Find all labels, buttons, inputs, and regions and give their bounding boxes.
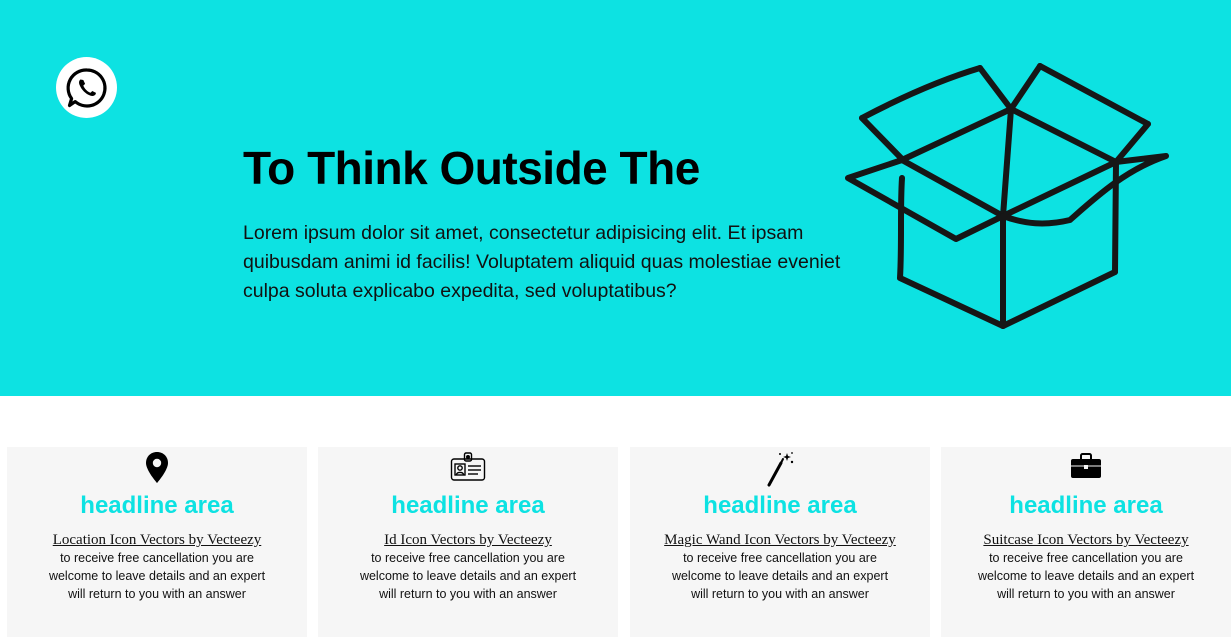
hero-title: To Think Outside The [243, 142, 700, 194]
card-credit-link[interactable]: Magic Wand Icon Vectors by Vecteezy [630, 531, 930, 549]
card-description: to receive free cancellation you are wel… [48, 551, 266, 601]
card-headline: headline area [1009, 492, 1163, 519]
whatsapp-button[interactable] [56, 57, 117, 118]
feature-card-id: headline area Id Icon Vectors by Vecteez… [318, 447, 618, 637]
feature-card-suitcase: headline area Suitcase Icon Vectors by V… [941, 447, 1231, 637]
magic-wand-icon [767, 452, 794, 487]
card-headline: headline area [391, 492, 545, 519]
card-headline: headline area [80, 492, 234, 519]
card-credit-link[interactable]: Id Icon Vectors by Vecteezy [318, 531, 618, 549]
feature-card-magic-wand: headline area Magic Wand Icon Vectors by… [630, 447, 930, 637]
id-card-icon [450, 452, 486, 481]
card-credit-link[interactable]: Suitcase Icon Vectors by Vecteezy [941, 531, 1231, 549]
card-description: to receive free cancellation you are wel… [359, 551, 577, 601]
whatsapp-icon [66, 67, 107, 108]
feature-card-location: headline area Location Icon Vectors by V… [7, 447, 307, 637]
card-description: to receive free cancellation you are wel… [977, 551, 1195, 601]
open-box-illustration [845, 63, 1169, 329]
card-headline: headline area [703, 492, 857, 519]
location-pin-icon [146, 452, 168, 483]
card-description: to receive free cancellation you are wel… [671, 551, 889, 601]
hero-section: To Think Outside The Lorem ipsum dolor s… [0, 0, 1231, 396]
hero-description: Lorem ipsum dolor sit amet, consectetur … [243, 222, 841, 302]
suitcase-icon [1071, 453, 1101, 478]
features-section: headline area Location Icon Vectors by V… [0, 447, 1231, 637]
card-credit-link[interactable]: Location Icon Vectors by Vecteezy [7, 531, 307, 549]
